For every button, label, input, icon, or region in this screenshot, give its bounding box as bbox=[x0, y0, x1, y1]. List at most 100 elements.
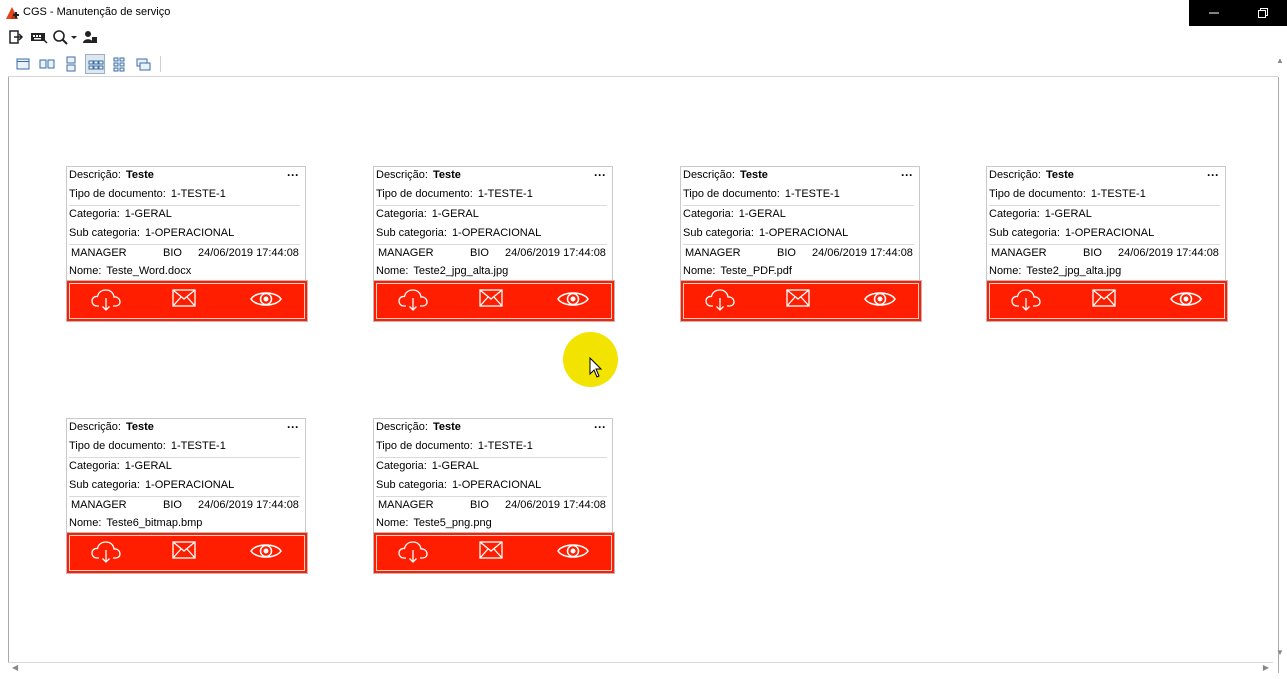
email-button[interactable] bbox=[786, 289, 820, 315]
search-dropdown-icon bbox=[53, 30, 77, 45]
view-button[interactable] bbox=[557, 289, 591, 315]
more-options-button[interactable]: ··· bbox=[901, 168, 913, 182]
doc-type-row: Tipo de documento: 1-TESTE-1 bbox=[376, 440, 533, 456]
category-label: Categoria: bbox=[376, 208, 427, 220]
view-button[interactable] bbox=[250, 289, 284, 315]
view-mode-toolbar bbox=[8, 52, 1278, 77]
view-button[interactable] bbox=[557, 541, 591, 567]
divider bbox=[69, 496, 300, 497]
email-icon bbox=[1092, 289, 1116, 307]
subcategory-value: 1-OPERACIONAL bbox=[451, 227, 542, 239]
download-button[interactable] bbox=[90, 287, 124, 313]
download-button[interactable] bbox=[397, 539, 431, 565]
tile-view-icon bbox=[113, 57, 125, 72]
category-label: Categoria: bbox=[683, 208, 734, 220]
scroll-left-icon[interactable]: ◀ bbox=[12, 663, 18, 672]
email-button[interactable] bbox=[172, 541, 206, 567]
email-button[interactable] bbox=[1092, 289, 1126, 315]
keyboard-button[interactable] bbox=[28, 27, 48, 47]
card-action-bar bbox=[373, 532, 615, 574]
description-value: Teste bbox=[1045, 169, 1074, 181]
file-name-label: Nome: bbox=[69, 265, 102, 277]
document-card: Descrição: Teste ··· Tipo de documento: 1-… bbox=[373, 418, 615, 574]
scroll-up-icon[interactable]: ▲ bbox=[1276, 56, 1284, 65]
category-label: Categoria: bbox=[376, 460, 427, 472]
cloud-download-icon bbox=[398, 541, 428, 563]
two-rows-view-button[interactable] bbox=[61, 54, 81, 74]
divider bbox=[989, 205, 1220, 206]
single-view-button[interactable] bbox=[13, 54, 33, 74]
category-label: Categoria: bbox=[69, 460, 120, 472]
mouse-cursor-icon bbox=[589, 357, 603, 378]
divider bbox=[683, 205, 914, 206]
restore-button[interactable] bbox=[1238, 0, 1287, 26]
scroll-right-icon[interactable]: ▶ bbox=[1263, 663, 1269, 672]
email-button[interactable] bbox=[172, 289, 206, 315]
card-action-bar bbox=[66, 532, 308, 574]
file-name-label: Nome: bbox=[376, 265, 409, 277]
description-value: Teste bbox=[432, 421, 461, 433]
tile-view-button[interactable] bbox=[109, 54, 129, 74]
more-options-button[interactable]: ··· bbox=[594, 420, 606, 434]
date-value: 24/06/2019 17:44:08 bbox=[505, 247, 606, 259]
date-value: 24/06/2019 17:44:08 bbox=[505, 499, 606, 511]
doc-type-value: 1-TESTE-1 bbox=[784, 188, 840, 200]
divider bbox=[376, 457, 607, 458]
card-view-button[interactable] bbox=[133, 54, 153, 74]
download-button[interactable] bbox=[704, 287, 738, 313]
keyboard-icon bbox=[31, 33, 48, 44]
cloud-download-icon bbox=[705, 289, 735, 311]
subcategory-row: Sub categoria: 1-OPERACIONAL bbox=[376, 227, 541, 243]
user-button[interactable] bbox=[80, 27, 100, 47]
scroll-down-icon[interactable]: ▼ bbox=[1276, 648, 1284, 657]
minimize-button[interactable] bbox=[1189, 0, 1238, 26]
description-value: Teste bbox=[125, 169, 154, 181]
category-row: Categoria: 1-GERAL bbox=[69, 460, 172, 476]
file-name-row: Nome: Teste_Word.docx bbox=[69, 265, 191, 281]
category-row: Categoria: 1-GERAL bbox=[989, 208, 1092, 224]
download-button[interactable] bbox=[397, 287, 431, 313]
date-value: 24/06/2019 17:44:08 bbox=[198, 247, 299, 259]
email-icon bbox=[786, 289, 810, 307]
more-options-button[interactable]: ··· bbox=[594, 168, 606, 182]
more-options-button[interactable]: ··· bbox=[287, 420, 299, 434]
cloud-download-icon bbox=[91, 289, 121, 311]
view-button[interactable] bbox=[864, 289, 898, 315]
exit-button[interactable] bbox=[6, 27, 26, 47]
more-options-button[interactable]: ··· bbox=[287, 168, 299, 182]
category-label: Categoria: bbox=[989, 208, 1040, 220]
download-button[interactable] bbox=[1010, 287, 1044, 313]
description-label: Descrição: bbox=[69, 169, 121, 181]
cloud-download-icon bbox=[1011, 289, 1041, 311]
more-options-button[interactable]: ··· bbox=[1207, 168, 1219, 182]
user-value: MANAGER bbox=[991, 247, 1047, 259]
view-button[interactable] bbox=[1170, 289, 1204, 315]
doc-type-value: 1-TESTE-1 bbox=[170, 440, 226, 452]
description-row: Descrição: Teste bbox=[683, 169, 768, 185]
category-row: Categoria: 1-GERAL bbox=[683, 208, 786, 224]
email-button[interactable] bbox=[479, 289, 513, 315]
main-toolbar bbox=[0, 26, 1287, 48]
user-value: MANAGER bbox=[71, 499, 127, 511]
category-value: 1-GERAL bbox=[431, 460, 479, 472]
view-button[interactable] bbox=[250, 541, 284, 567]
email-button[interactable] bbox=[479, 541, 513, 567]
horizontal-scrollbar[interactable]: ◀ ▶ bbox=[8, 662, 1273, 675]
doc-type-row: Tipo de documento: 1-TESTE-1 bbox=[989, 188, 1146, 204]
grid-view-button[interactable] bbox=[85, 54, 105, 74]
description-label: Descrição: bbox=[683, 169, 735, 181]
doc-type-label: Tipo de documento: bbox=[69, 440, 166, 452]
divider bbox=[376, 244, 607, 245]
vertical-scrollbar[interactable]: ▲ ▼ bbox=[1273, 52, 1287, 662]
search-dropdown-button[interactable] bbox=[50, 27, 78, 47]
restore-icon bbox=[1258, 8, 1268, 18]
subcategory-row: Sub categoria: 1-OPERACIONAL bbox=[69, 479, 234, 495]
download-button[interactable] bbox=[90, 539, 124, 565]
file-name-label: Nome: bbox=[683, 265, 716, 277]
doc-type-row: Tipo de documento: 1-TESTE-1 bbox=[69, 188, 226, 204]
window-title: CGS - Manutenção de serviço bbox=[23, 6, 171, 18]
description-label: Descrição: bbox=[989, 169, 1041, 181]
two-columns-view-button[interactable] bbox=[37, 54, 57, 74]
doc-type-row: Tipo de documento: 1-TESTE-1 bbox=[376, 188, 533, 204]
card-action-bar bbox=[66, 280, 308, 322]
